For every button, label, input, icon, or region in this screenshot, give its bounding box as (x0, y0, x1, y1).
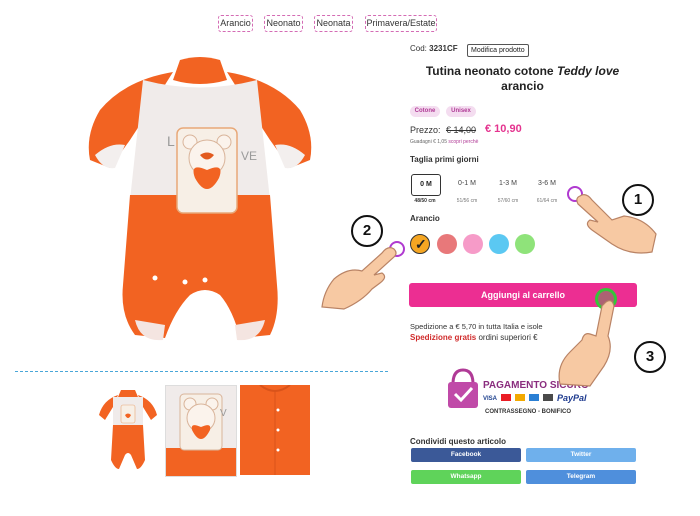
size-option-0-1m[interactable]: 0-1 M (453, 174, 481, 194)
color-swatch-rosa-chiaro[interactable] (463, 234, 483, 254)
annotation-number-1: 1 (622, 184, 654, 216)
category-tag-primavera-estate[interactable]: Primavera/Estate (365, 15, 437, 32)
free-shipping-info: Spedizione gratis ordini superiori € (410, 333, 538, 342)
old-price: € 14,00 (446, 125, 477, 135)
share-telegram-button[interactable]: Telegram (526, 470, 636, 484)
price-label: Prezzo: (410, 125, 441, 135)
size-heading: Taglia primi giorni (410, 155, 479, 164)
color-swatch-arancio[interactable]: ✓ (410, 234, 430, 254)
edit-product-button[interactable]: Modifica prodotto (467, 44, 529, 57)
size-cm-1-3m: 57/60 cm (497, 198, 519, 204)
share-facebook-button[interactable]: Facebook (411, 448, 521, 462)
share-heading: Condividi questo articolo (410, 437, 507, 446)
badge-unisex: Unisex (446, 106, 476, 117)
gallery-divider (15, 371, 388, 372)
category-tag-arancio[interactable]: Arancio (218, 15, 253, 32)
category-tag-neonato[interactable]: Neonato (264, 15, 303, 32)
pointer-hand-icon-3 (558, 300, 615, 387)
size-option-1-3m[interactable]: 1-3 M (494, 174, 522, 194)
svg-text:V: V (220, 408, 227, 419)
color-swatch-azzurro[interactable] (489, 234, 509, 254)
share-whatsapp-button[interactable]: Whatsapp (411, 470, 521, 484)
category-tag-neonata[interactable]: Neonata (314, 15, 353, 32)
product-main-image[interactable]: L VE (55, 50, 345, 350)
payment-methods: CONTRASSEGNO - BONIFICO (485, 409, 571, 415)
product-code: Cod: 3231CF (410, 44, 458, 53)
savings-text: Guadagni € 1,05 scopri perchè (410, 139, 479, 145)
color-swatch-verde[interactable] (515, 234, 535, 254)
check-icon: ✓ (415, 236, 427, 252)
annotation-number-2: 2 (351, 215, 383, 247)
color-swatch-rosa[interactable] (437, 234, 457, 254)
size-cm-0m: 48/50 cm (414, 198, 436, 204)
share-twitter-button[interactable]: Twitter (526, 448, 636, 462)
thumbnail-front[interactable] (93, 385, 163, 475)
color-heading: Arancio (410, 214, 440, 223)
savings-link[interactable]: scopri perchè (448, 139, 478, 145)
badge-cotone: Cotone (410, 106, 440, 117)
shipping-info: Spedizione a € 5,70 in tutta Italia e is… (410, 322, 543, 331)
pointer-hand-icon-2 (321, 247, 397, 310)
visa-icon: VISA (483, 396, 498, 402)
svg-text:VE: VE (241, 149, 257, 163)
size-option-3-6m[interactable]: 3-6 M (533, 174, 561, 194)
new-price: € 10,90 (485, 123, 522, 135)
product-title: Tutina neonato cotone Teddy love arancio (425, 64, 620, 93)
thumbnail-back[interactable] (240, 385, 310, 475)
paypal-icon: PayPal (557, 393, 587, 403)
thumbnail-detail[interactable]: V (165, 385, 237, 477)
annotation-number-3: 3 (634, 341, 666, 373)
size-option-0m[interactable]: 0 M (411, 174, 441, 196)
svg-text:L: L (167, 133, 175, 149)
size-cm-0-1m: 51/56 cm (456, 198, 478, 204)
size-cm-3-6m: 61/64 cm (536, 198, 558, 204)
